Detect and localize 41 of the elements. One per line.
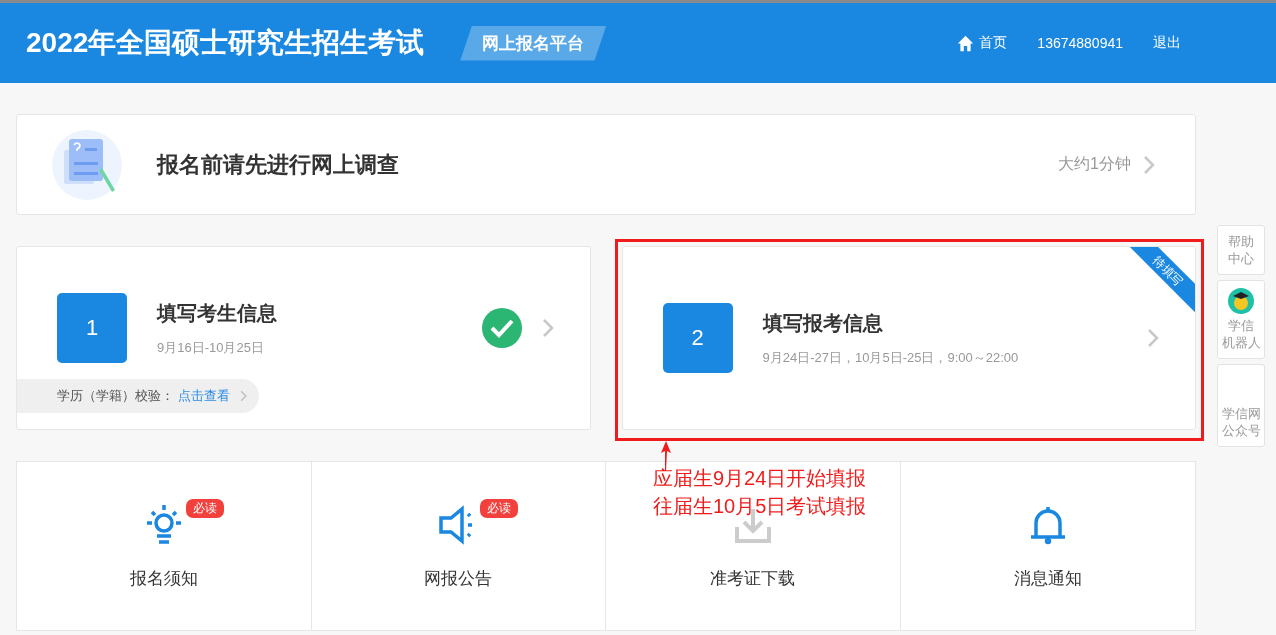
chevron-icon bbox=[1143, 154, 1155, 175]
chevron-icon bbox=[240, 390, 247, 402]
survey-title: 报名前请先进行网上调查 bbox=[157, 150, 400, 179]
step-dates: 9月24日-27日，10月5日-25日，9:00～22:00 bbox=[762, 348, 1020, 367]
sidebar-label: 机器人 bbox=[1221, 334, 1261, 351]
avatar-icon bbox=[1228, 288, 1254, 314]
tile-label: 网报公告 bbox=[424, 567, 493, 590]
chevron-icon bbox=[541, 318, 554, 338]
duration-text: 大约1分钟 bbox=[1058, 154, 1131, 174]
annotation-text: 往届生10月5日考试填报 bbox=[653, 494, 867, 519]
step-card[interactable]: 1 填写考生信息 9月16日-10月25日 学历（学籍）校验： 点击查看 bbox=[16, 246, 591, 430]
step-number: 2 bbox=[662, 303, 733, 373]
home-link[interactable]: 首页 bbox=[957, 34, 1008, 52]
tile-label: 报名须知 bbox=[129, 567, 198, 590]
feature-tile[interactable]: 必读 网报公告 bbox=[311, 462, 606, 631]
survey-card[interactable]: 报名前请先进行网上调查 大约1分钟 bbox=[16, 114, 1196, 215]
sidebar-label: 公众号 bbox=[1221, 422, 1261, 439]
nav-link[interactable]: 13674880941 bbox=[1037, 34, 1123, 52]
feature-tile[interactable]: 必读 报名须知 bbox=[17, 462, 312, 631]
must-read-badge: 必读 bbox=[480, 498, 519, 518]
nav-link[interactable]: 退出 bbox=[1153, 34, 1181, 52]
questionnaire-icon bbox=[52, 129, 122, 200]
tile-label: 准考证下载 bbox=[710, 567, 796, 590]
step-number: 1 bbox=[57, 293, 127, 363]
verification-label: 学历（学籍）校验： bbox=[57, 387, 174, 405]
step-dates: 9月16日-10月25日 bbox=[157, 338, 265, 357]
sidebar-label: 中心 bbox=[1228, 250, 1254, 267]
annotation-text: 应届生9月24日开始填报 bbox=[653, 466, 867, 491]
platform-badge: 网上报名平台 bbox=[460, 25, 607, 61]
step-card[interactable]: 2 填写报考信息 9月24日-27日，10月5日-25日，9:00～22:00 待填写 bbox=[621, 246, 1196, 430]
step-title: 填写考生信息 bbox=[157, 300, 278, 326]
step-title: 填写报考信息 bbox=[762, 310, 884, 336]
chevron-icon bbox=[1147, 328, 1159, 348]
site-title: 2022年全国硕士研究生招生考试 bbox=[26, 26, 425, 60]
sidebar-label: 学信网 bbox=[1221, 405, 1261, 422]
feature-tile[interactable]: 消息通知 bbox=[900, 462, 1195, 631]
home-icon bbox=[957, 34, 975, 52]
must-read-badge: 必读 bbox=[185, 498, 224, 518]
tile-label: 消息通知 bbox=[1013, 567, 1082, 590]
sidebar-label: 学信 bbox=[1228, 317, 1254, 334]
sidebar-label: 帮助 bbox=[1228, 233, 1254, 250]
